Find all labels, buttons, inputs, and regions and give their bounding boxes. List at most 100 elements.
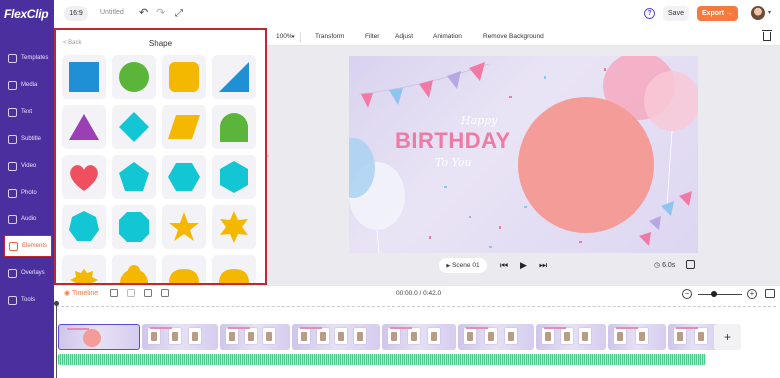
scene-clip[interactable] (608, 324, 666, 350)
happy-text[interactable]: Happy (461, 114, 497, 127)
shape-heptagon[interactable] (62, 205, 106, 249)
to-you-text[interactable]: To You (435, 156, 472, 169)
panel-title: Shape (148, 39, 173, 48)
circle-icon (119, 62, 149, 92)
clip-title-bar (390, 327, 412, 329)
aspect-ratio-button[interactable]: 16:9 (64, 6, 88, 21)
previous-icon[interactable]: ⏮ (500, 260, 508, 271)
scene-clip[interactable] (220, 324, 290, 350)
add-scene-button[interactable]: + (714, 324, 741, 350)
project-title[interactable]: Untitled (100, 9, 124, 16)
clip-photo-thumb (408, 328, 420, 344)
shape-octagon[interactable] (112, 205, 156, 249)
shape-pentagon[interactable] (112, 155, 156, 199)
shape-triangle[interactable] (62, 105, 106, 149)
shape-parallelogram[interactable] (162, 105, 206, 149)
scene-clip[interactable] (382, 324, 456, 350)
scene-clip[interactable] (536, 324, 606, 350)
next-icon[interactable]: ⏭ (539, 260, 547, 271)
remove-background-button[interactable]: Remove Background (483, 33, 544, 40)
shape-heart[interactable] (62, 155, 106, 199)
shape-square[interactable] (62, 55, 106, 99)
shape-right-triangle[interactable] (212, 55, 256, 99)
split-icon[interactable] (127, 289, 135, 297)
sidebar-item-templates[interactable]: Templates (4, 47, 52, 69)
chevron-down-icon[interactable]: ▾ (768, 9, 771, 16)
sidebar-item-video[interactable]: Video (4, 155, 52, 177)
shape-star-6[interactable] (212, 205, 256, 249)
sidebar-item-photo[interactable]: Photo (4, 182, 52, 204)
shape-arch[interactable] (212, 105, 256, 149)
duplicate-icon[interactable] (144, 289, 152, 297)
clip-title-bar (228, 327, 250, 329)
zoom-slider-handle[interactable] (711, 291, 717, 297)
playhead[interactable] (54, 301, 59, 378)
collapse-panel-icon[interactable]: ‹ (267, 150, 272, 164)
shape-hexagon-vertical[interactable] (212, 155, 256, 199)
help-icon[interactable]: ? (644, 8, 655, 19)
zoom-out-icon[interactable]: − (682, 289, 692, 299)
shape-burst-2[interactable] (112, 255, 156, 283)
chevron-down-icon[interactable]: ▾ (292, 34, 295, 40)
scene-selector[interactable]: ▶ Scene 01 (439, 258, 487, 273)
shape-rounded-square[interactable] (162, 55, 206, 99)
right-triangle-icon (219, 62, 249, 92)
fit-timeline-icon[interactable] (765, 289, 775, 298)
sidebar-item-subtitle[interactable]: Subtitle (4, 128, 52, 150)
scene-clip[interactable] (292, 324, 380, 350)
sidebar-item-tools[interactable]: Tools (4, 289, 52, 311)
trash-icon[interactable] (762, 30, 772, 41)
clip-photo-thumb (464, 328, 476, 344)
delete-icon[interactable] (161, 289, 169, 297)
sidebar-item-label: Audio (21, 216, 37, 222)
timeline-toggle[interactable]: ◉ Timeline (64, 289, 98, 297)
clip-photo-thumb (353, 328, 366, 344)
filter-button[interactable]: Filter (365, 33, 379, 40)
fullscreen-icon[interactable] (686, 260, 695, 269)
circle-shape-element[interactable] (518, 97, 654, 233)
clip-photo-thumb (263, 328, 276, 344)
sidebar-item-elements[interactable]: Elements (4, 235, 52, 257)
sidebar-item-label: Tools (21, 297, 36, 303)
sidebar-item-audio[interactable]: Audio (4, 208, 52, 230)
export-button[interactable]: Export → (697, 6, 738, 21)
sidebar-item-media[interactable]: Media (4, 74, 52, 96)
clip-photo-thumb (636, 328, 648, 344)
redo-icon[interactable]: ↷ (156, 7, 165, 20)
sidebar-item-overlays[interactable]: Overlays (4, 262, 52, 284)
shape-burst-3[interactable] (162, 255, 206, 283)
sidebar-item-text[interactable]: Text (4, 101, 52, 123)
sidebar: FlexClip Templates Media Text Subtitle Video… (0, 0, 54, 378)
audio-waveform[interactable] (58, 354, 706, 365)
scene-clip[interactable] (458, 324, 534, 350)
shape-hexagon[interactable] (162, 155, 206, 199)
subtitle-icon (8, 134, 17, 144)
scene-canvas[interactable]: Happy BIRTHDAY To You (349, 56, 698, 253)
scene-clip[interactable] (142, 324, 218, 350)
scene-clip[interactable] (58, 324, 140, 350)
timeline-ruler[interactable] (56, 303, 776, 307)
expand-icon[interactable]: ⤢ (175, 7, 183, 20)
zoom-select[interactable]: 100% (276, 33, 293, 40)
edit-toolbar: 100% ▾ Transform Filter Adjust Animation… (267, 28, 780, 46)
shape-diamond[interactable] (112, 105, 156, 149)
zoom-in-icon[interactable]: + (747, 289, 757, 299)
play-icon[interactable]: ▶ (520, 260, 527, 271)
shape-star-5[interactable] (162, 205, 206, 249)
zoom-slider[interactable] (698, 294, 742, 296)
shape-burst-1[interactable] (62, 255, 106, 283)
photo-icon (8, 188, 17, 198)
shape-burst-4[interactable] (212, 255, 256, 283)
animation-button[interactable]: Animation (433, 33, 462, 40)
transform-button[interactable]: Transform (315, 33, 344, 40)
save-button[interactable]: Save (663, 6, 689, 21)
rounded-square-icon (169, 62, 199, 92)
shape-circle[interactable] (112, 55, 156, 99)
undo-icon[interactable]: ↶ (139, 7, 148, 20)
overlays-icon (8, 268, 17, 278)
scene-duration[interactable]: ◷ 6.0s (654, 261, 675, 269)
adjust-button[interactable]: Adjust (395, 33, 413, 40)
add-icon[interactable] (110, 289, 118, 297)
avatar[interactable] (751, 6, 765, 20)
birthday-text[interactable]: BIRTHDAY (395, 128, 511, 154)
